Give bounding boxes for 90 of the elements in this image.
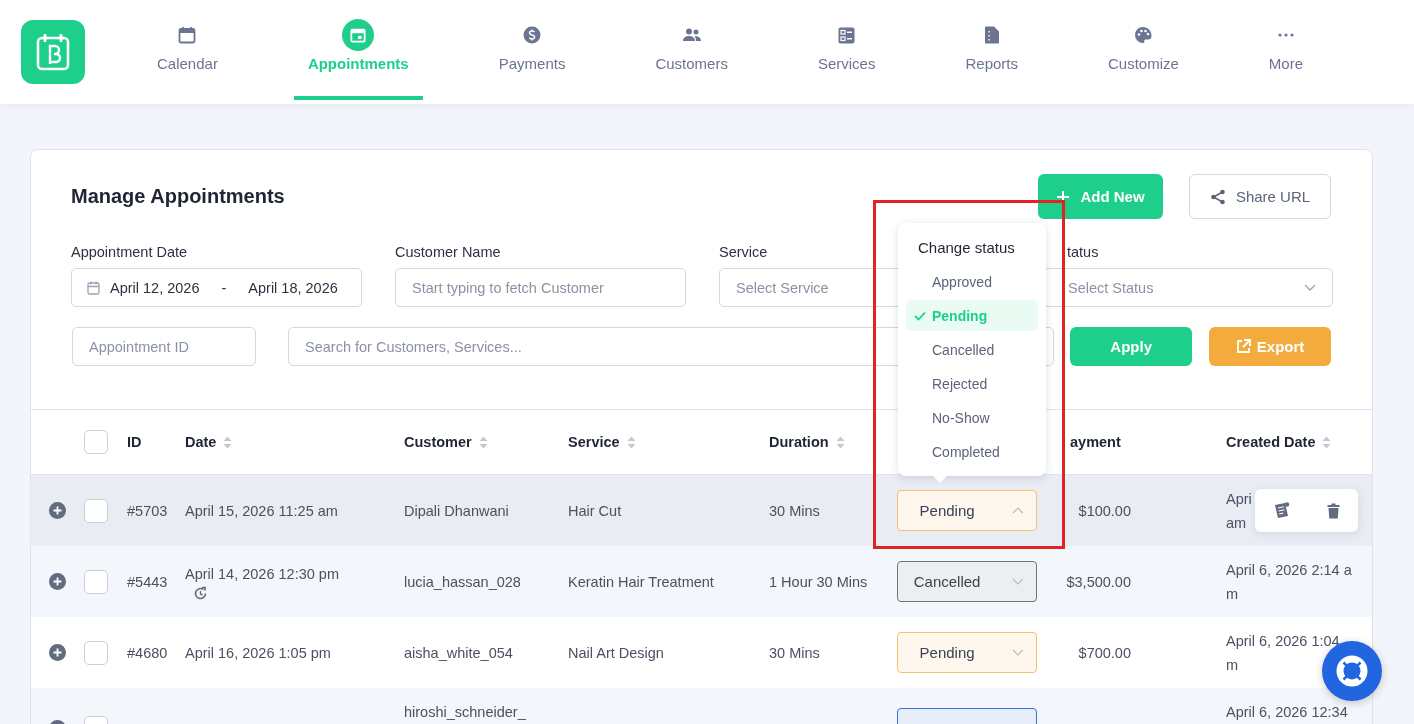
column-header[interactable]: Date	[176, 434, 395, 450]
external-link-icon	[1235, 339, 1251, 354]
calendar-icon	[87, 280, 100, 295]
menu-title: Change status	[917, 239, 1016, 256]
palette-icon	[1134, 26, 1153, 44]
table-cell-text: m	[1226, 655, 1239, 675]
nav-tab[interactable]: Customers	[641, 0, 742, 100]
status-option[interactable]: Completed	[906, 436, 1038, 467]
table-cell: $100.00	[1078, 502, 1131, 519]
dollar-icon	[523, 26, 542, 44]
column-header[interactable]: Created Date	[1217, 434, 1372, 450]
table-cell: $3,500.00	[1066, 573, 1131, 590]
sort-icon[interactable]	[1322, 435, 1332, 449]
table-cell-text: April 6, 2026 2:14 a	[1226, 560, 1352, 580]
lifebuoy-icon	[1336, 655, 1368, 687]
appointment-id-field[interactable]: Appointment ID	[72, 327, 256, 366]
column-header: ayment	[1069, 434, 1122, 450]
column-header: ID	[126, 434, 143, 450]
field-label: Appointment Date	[71, 244, 188, 262]
row-checkbox[interactable]	[84, 640, 108, 665]
field-label: tatus	[1066, 244, 1099, 262]
logo-icon[interactable]	[21, 20, 85, 84]
sort-icon[interactable]	[478, 435, 488, 449]
nav-tab[interactable]: Reports	[951, 0, 1032, 100]
table-cell-text: Apri	[1226, 489, 1252, 509]
sort-icon[interactable]	[223, 435, 233, 449]
table-cell: Keratin Hair Treatment	[568, 573, 714, 590]
nav-tab[interactable]: Services	[803, 0, 890, 100]
share-url-button[interactable]: Share URL	[1189, 174, 1331, 219]
customer-search-field[interactable]: Start typing to fetch Customer	[395, 268, 686, 307]
table-cell: 1 Hour 30 Mins	[769, 573, 868, 590]
note-icon[interactable]	[1273, 502, 1290, 519]
nav-tab[interactable]: Calendar	[143, 0, 232, 100]
more-icon	[1277, 33, 1294, 37]
nav-tab[interactable]: Payments	[484, 0, 580, 100]
status-option[interactable]: Cancelled	[906, 334, 1038, 365]
table-cell-text: Dipali Dhanwani	[404, 501, 509, 521]
table-cell-text: April 14, 2026 12:30 pm	[185, 565, 339, 584]
table-row[interactable]: hiroshi_schneider_ April 6, 2026 12:34	[31, 688, 1372, 724]
status-select[interactable]: Select Status	[1043, 268, 1333, 307]
table-cell: 30 Mins	[769, 644, 820, 661]
status-option[interactable]: No-Show	[906, 402, 1038, 433]
table-cell-text: April 6, 2026 12:34	[1226, 703, 1348, 722]
table-cell: 30 Mins	[769, 502, 820, 519]
calendar-icon	[178, 26, 197, 44]
status-dropdown[interactable]: Cancelled	[897, 561, 1037, 602]
table-cell: #4680	[127, 644, 168, 661]
trash-icon[interactable]	[1326, 502, 1340, 519]
sort-icon[interactable]	[835, 435, 845, 449]
row-checkbox[interactable]	[84, 569, 108, 594]
document-icon	[983, 26, 1000, 44]
table-cell-text: hiroshi_schneider_	[404, 703, 526, 722]
table-cell-text: lucia_hassan_028	[404, 572, 521, 592]
row-checkbox[interactable]	[84, 498, 108, 523]
status-option[interactable]: Rejected	[906, 368, 1038, 399]
calendar-icon	[350, 27, 367, 43]
table-cell: Hair Cut	[568, 502, 622, 519]
nav-tab[interactable]: More	[1254, 0, 1318, 100]
chevron-down-icon	[1304, 284, 1316, 291]
table-cell: Nail Art Design	[568, 644, 664, 661]
share-icon	[1209, 188, 1226, 205]
field-label: Customer Name	[395, 244, 501, 262]
table-cell: $700.00	[1078, 644, 1131, 661]
nav-tab[interactable]: Customize	[1094, 0, 1193, 100]
status-dropdown[interactable]: Pending	[897, 632, 1037, 673]
table-cell-text: April 6, 2026 1:04	[1226, 631, 1340, 651]
table-cell: #5443	[127, 573, 168, 590]
table-cell-text: April 16, 2026 1:05 pm	[185, 643, 331, 663]
table-cell-text: m	[1226, 584, 1239, 604]
page-title: Manage Appointments	[71, 185, 285, 208]
column-header[interactable]: Customer	[395, 434, 559, 450]
select-all-checkbox[interactable]	[84, 430, 108, 454]
list-icon	[838, 26, 856, 44]
table-row[interactable]: #5443 April 14, 2026 12:30 pm lucia_hassan_028 Keratin Hair Treatment 1 Hour 30 Mins Cancelled $3,500.00 April 6, 2026 2:14 a m	[31, 546, 1372, 617]
users-icon	[681, 27, 702, 43]
column-header[interactable]: Service	[559, 434, 760, 450]
table-cell: #5703	[127, 502, 168, 519]
table-cell-text: am	[1226, 513, 1247, 533]
expand-icon[interactable]	[49, 502, 66, 519]
date-range-field[interactable]: April 12, 2026 - April 18, 2026	[71, 268, 362, 307]
column-header[interactable]: Duration	[760, 434, 889, 450]
status-dropdown[interactable]: Pending	[897, 490, 1037, 531]
table-row[interactable]: #5703 April 15, 2026 11:25 am Dipali Dhanwani Hair Cut 30 Mins Pending $100.00 Apri am	[31, 475, 1372, 546]
field-label: Service	[719, 244, 768, 262]
table-cell-text: April 15, 2026 11:25 am	[185, 501, 338, 521]
checkmark-icon	[914, 310, 926, 321]
sort-icon[interactable]	[626, 435, 636, 449]
expand-icon[interactable]	[49, 644, 66, 661]
table-cell-text: aisha_white_054	[404, 643, 513, 663]
expand-icon[interactable]	[49, 573, 66, 590]
